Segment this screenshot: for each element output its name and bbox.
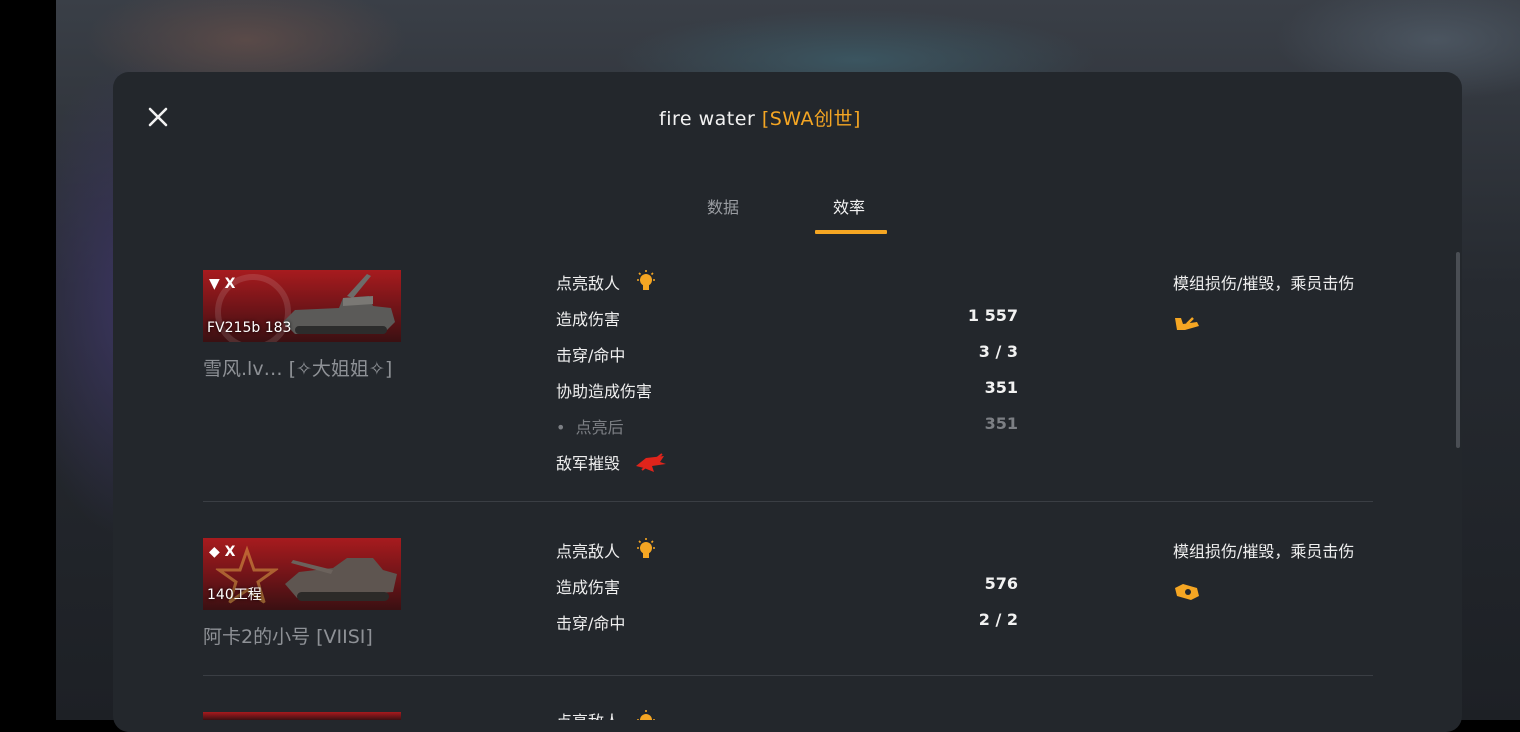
tier-label: X bbox=[224, 544, 236, 560]
panel-title: fire water [SWA创世] bbox=[0, 104, 1520, 131]
clan-tag: [SWA创世] bbox=[761, 108, 861, 130]
tank-card[interactable] bbox=[203, 712, 401, 720]
penetration-label: 击穿/命中 bbox=[556, 614, 626, 633]
module-damage-icon bbox=[1173, 582, 1201, 606]
tank-name: 140工程 bbox=[207, 587, 262, 603]
assist-spotting-label: • 点亮后 bbox=[556, 418, 624, 437]
lightbulb-icon bbox=[635, 538, 657, 566]
player-name: fire water bbox=[659, 108, 756, 130]
tier-label: X bbox=[224, 276, 236, 292]
penetration-label: 击穿/命中 bbox=[556, 346, 626, 365]
tank-image bbox=[285, 558, 397, 601]
damage-label: 造成伤害 bbox=[556, 578, 621, 597]
assist-spotting-text: 点亮后 bbox=[575, 418, 624, 437]
active-tab-indicator bbox=[815, 230, 887, 234]
kills-label: 敌军摧毁 bbox=[556, 454, 621, 473]
scrollbar[interactable] bbox=[1456, 252, 1460, 448]
lightbulb-icon bbox=[635, 270, 657, 298]
assist-damage-value: 351 bbox=[984, 378, 1018, 397]
lightbulb-icon bbox=[635, 710, 657, 720]
damage-value: 1 557 bbox=[967, 306, 1018, 325]
track-damage-icon bbox=[1173, 314, 1201, 338]
tank-image bbox=[283, 274, 395, 334]
tab-efficiency[interactable]: 效率 bbox=[833, 194, 865, 218]
player-name[interactable]: 雪风.lv… [✧大姐姐✧] bbox=[203, 354, 392, 381]
tank-card[interactable]: ▼ X FV215b 183 bbox=[203, 270, 401, 342]
spotted-label: 点亮敌人 bbox=[556, 542, 621, 561]
player-name[interactable]: 阿卡2的小号 [VIISI] bbox=[203, 622, 373, 649]
module-damage-title: 模组损伤/摧毁，乘员击伤 bbox=[1173, 542, 1355, 561]
damage-label: 造成伤害 bbox=[556, 310, 621, 329]
spotted-label: 点亮敌人 bbox=[556, 708, 620, 720]
tier-badge: ▼ X bbox=[209, 276, 236, 292]
damage-value: 576 bbox=[984, 574, 1018, 593]
penetration-value: 2 / 2 bbox=[978, 610, 1018, 629]
row-divider bbox=[203, 675, 1373, 676]
row-divider bbox=[203, 501, 1373, 502]
tank-name: FV215b 183 bbox=[207, 320, 292, 336]
assist-spotting-value: 351 bbox=[984, 414, 1018, 433]
tank-card[interactable]: ◆ X 140工程 bbox=[203, 538, 401, 610]
penetration-value: 3 / 3 bbox=[978, 342, 1018, 361]
spotted-label: 点亮敌人 bbox=[556, 274, 621, 293]
destroyed-tank-icon bbox=[634, 452, 668, 478]
tab-data[interactable]: 数据 bbox=[707, 194, 739, 218]
assist-damage-label: 协助造成伤害 bbox=[556, 382, 653, 401]
module-damage-title: 模组损伤/摧毁，乘员击伤 bbox=[1173, 274, 1355, 293]
tier-badge: ◆ X bbox=[209, 544, 236, 560]
